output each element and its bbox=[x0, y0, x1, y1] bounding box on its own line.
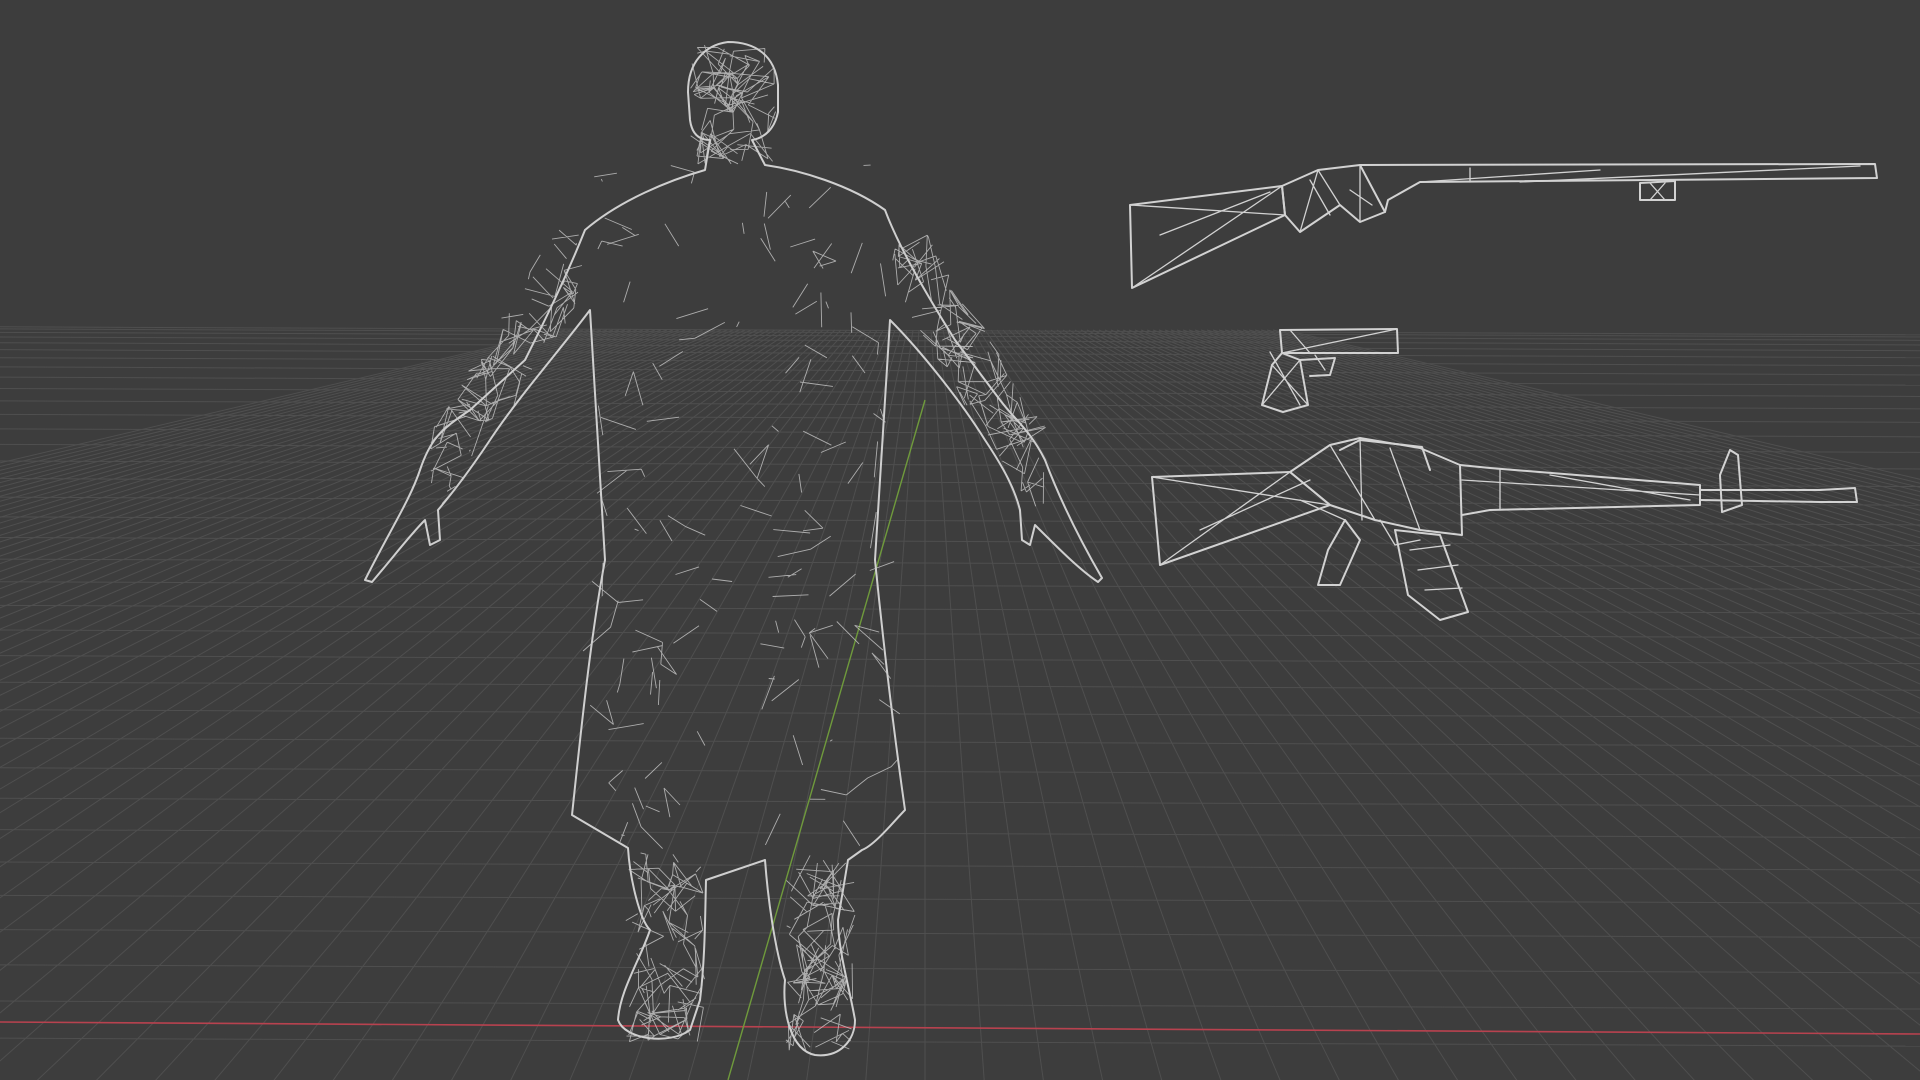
viewport-canvas[interactable] bbox=[0, 0, 1920, 1080]
viewport-background bbox=[0, 0, 1920, 1080]
3d-viewport[interactable] bbox=[0, 0, 1920, 1080]
